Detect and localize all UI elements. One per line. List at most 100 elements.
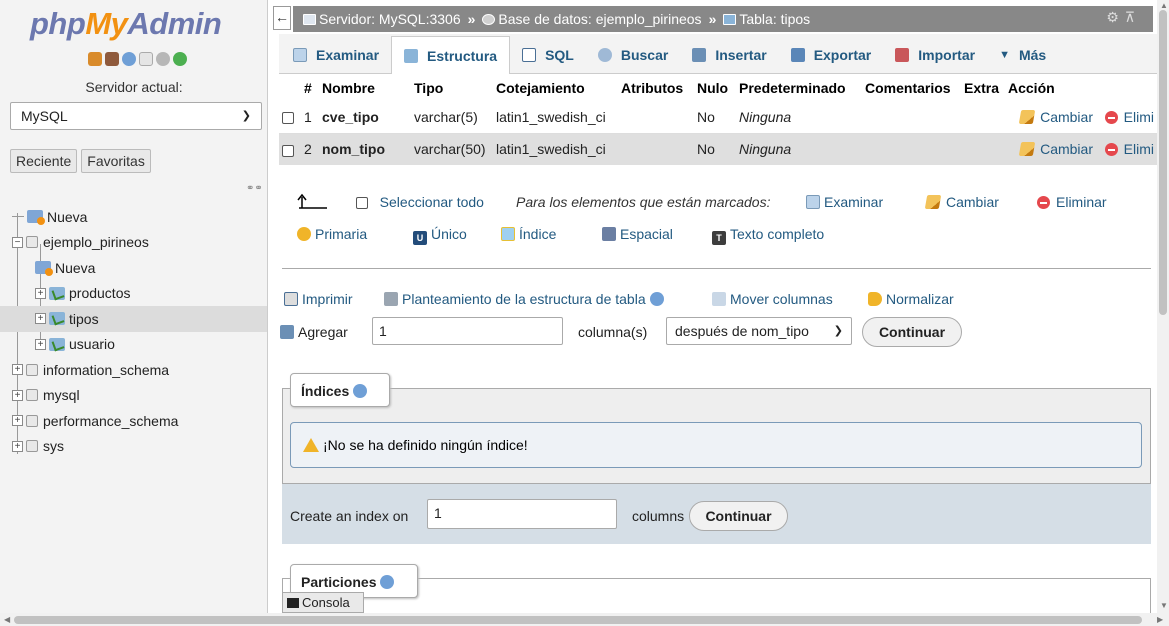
collapse-up-icon[interactable]: ⊼ (1125, 9, 1141, 25)
select-all[interactable]: Seleccionar todo (356, 194, 484, 210)
print-link[interactable]: Imprimir (284, 291, 353, 307)
change-link[interactable]: Cambiar (1018, 109, 1093, 125)
propose-structure-label: Planteamiento de la estructura de tabla (402, 291, 646, 307)
gear-icon[interactable] (156, 52, 170, 66)
docs-icon[interactable] (139, 52, 153, 66)
help-icon[interactable] (122, 52, 136, 66)
indices-legend: Índices (290, 373, 390, 407)
phpmyadmin-logo[interactable]: phpMyAdmin (30, 6, 222, 42)
normalize-link[interactable]: Normalizar (868, 291, 954, 307)
tree-item-new[interactable]: Nueva (12, 204, 267, 230)
add-columns-count-input[interactable]: 1 (372, 317, 563, 345)
tab-mas[interactable]: ▼ Más (987, 37, 1058, 73)
help-icon[interactable] (649, 292, 664, 306)
header-extra[interactable]: Extra (961, 74, 1005, 101)
tab-label: Estructura (427, 47, 498, 64)
scroll-down-arrow-icon[interactable]: ▼ (1160, 601, 1168, 610)
select-all-checkbox[interactable] (356, 197, 368, 210)
horizontal-scroll-thumb[interactable] (14, 616, 1142, 624)
create-index-count-input[interactable]: 1 (427, 499, 617, 529)
scroll-up-arrow-icon[interactable]: ▲ (1160, 1, 1168, 10)
drop-link[interactable]: Elimi (1104, 141, 1154, 157)
collapse-nav-button[interactable]: ← (273, 6, 291, 30)
expand-icon[interactable]: + (35, 287, 46, 299)
tree-item-new-table[interactable]: Nueva (12, 255, 267, 281)
tab-recent[interactable]: Reciente (10, 149, 78, 173)
expand-icon[interactable]: + (35, 338, 46, 350)
tree-item-label: tipos (69, 310, 99, 327)
tab-favorites[interactable]: Favoritas (81, 149, 151, 173)
tab-exportar[interactable]: Exportar (779, 37, 884, 73)
tab-insertar[interactable]: Insertar (680, 37, 778, 73)
header-attributes[interactable]: Atributos (618, 74, 694, 101)
breadcrumb-server[interactable]: Servidor: MySQL:3306 (319, 11, 461, 27)
expand-icon[interactable]: + (35, 313, 46, 325)
tab-examinar[interactable]: Examinar (281, 37, 391, 73)
gear-icon[interactable]: ⚙ (1106, 9, 1125, 25)
move-columns-label: Mover columnas (730, 291, 833, 307)
scroll-right-arrow-icon[interactable]: ▶ (1157, 615, 1163, 624)
row-type: varchar(5) (411, 101, 493, 134)
caret-down-icon: ▼ (999, 49, 1010, 61)
home-icon[interactable] (88, 52, 102, 66)
database-icon (26, 363, 38, 376)
tab-estructura[interactable]: Estructura (391, 36, 511, 74)
bulk-eliminar-button[interactable]: Eliminar (1037, 194, 1107, 210)
bulk-espacial-button[interactable]: Espacial (602, 226, 673, 242)
expand-icon[interactable]: + (12, 389, 23, 401)
breadcrumb-database[interactable]: Base de datos: ejemplo_pirineos (498, 11, 701, 27)
tree-item-db-ejemplo-pirineos[interactable]: − ejemplo_pirineos (12, 230, 267, 256)
drop-link[interactable]: Elimi (1104, 109, 1154, 125)
move-columns-link[interactable]: Mover columnas (712, 291, 833, 307)
tab-importar[interactable]: Importar (883, 37, 987, 73)
table-icon (49, 312, 65, 326)
header-comments[interactable]: Comentarios (862, 74, 961, 101)
header-num[interactable]: # (301, 74, 319, 101)
link-panels-icon[interactable]: ⚭⚭ (246, 183, 263, 194)
add-columns-position-select[interactable]: después de nom_tipo ❯ (666, 317, 852, 345)
tab-label: Importar (918, 47, 976, 63)
tree-item-db-sys[interactable]: + sys (12, 434, 267, 460)
tree-item-db-performance-schema[interactable]: + performance_schema (12, 408, 267, 434)
bulk-unico-button[interactable]: U Único (413, 226, 467, 245)
collapse-icon[interactable]: − (12, 236, 23, 248)
tree-item-table-usuario[interactable]: + usuario (12, 332, 267, 358)
tab-buscar[interactable]: Buscar (586, 37, 680, 73)
bulk-fulltext-button[interactable]: T Texto completo (712, 226, 824, 245)
console-toggle[interactable]: Consola (282, 592, 364, 613)
create-index-continue-button[interactable]: Continuar (689, 501, 788, 531)
expand-icon[interactable]: + (12, 440, 23, 452)
tree-item-db-mysql[interactable]: + mysql (12, 383, 267, 409)
bulk-cambiar-button[interactable]: Cambiar (924, 194, 999, 210)
tree-item-table-tipos[interactable]: + tipos (0, 306, 267, 332)
reload-icon[interactable] (173, 52, 187, 66)
logout-icon[interactable] (105, 52, 119, 66)
delete-icon (1104, 110, 1118, 124)
add-columns-continue-button[interactable]: Continuar (862, 317, 962, 347)
expand-icon[interactable]: + (12, 415, 23, 427)
row-checkbox[interactable] (282, 144, 294, 157)
row-comments (862, 101, 961, 134)
tree-item-table-productos[interactable]: + productos (12, 281, 267, 307)
tree-item-db-information-schema[interactable]: + information_schema (12, 357, 267, 383)
change-link[interactable]: Cambiar (1018, 141, 1093, 157)
scroll-left-arrow-icon[interactable]: ◀ (4, 615, 10, 624)
header-null[interactable]: Nulo (694, 74, 736, 101)
help-icon[interactable] (380, 575, 395, 589)
vertical-scroll-thumb[interactable] (1159, 10, 1167, 315)
bulk-indice-button[interactable]: Índice (501, 226, 556, 242)
server-select[interactable]: MySQL ❯ (10, 102, 262, 130)
bulk-examinar-button[interactable]: Examinar (806, 194, 883, 210)
table-icon (723, 13, 737, 25)
tab-sql[interactable]: SQL (510, 37, 586, 73)
help-icon[interactable] (353, 384, 368, 398)
breadcrumb-table[interactable]: Tabla: tipos (739, 11, 810, 27)
bulk-primaria-button[interactable]: Primaria (297, 226, 367, 242)
header-collation[interactable]: Cotejamiento (493, 74, 618, 101)
row-checkbox[interactable] (282, 112, 294, 125)
header-name[interactable]: Nombre (319, 74, 411, 101)
header-default[interactable]: Predeterminado (736, 74, 862, 101)
expand-icon[interactable]: + (12, 364, 23, 376)
propose-structure-link[interactable]: Planteamiento de la estructura de tabla (384, 291, 664, 307)
header-type[interactable]: Tipo (411, 74, 493, 101)
